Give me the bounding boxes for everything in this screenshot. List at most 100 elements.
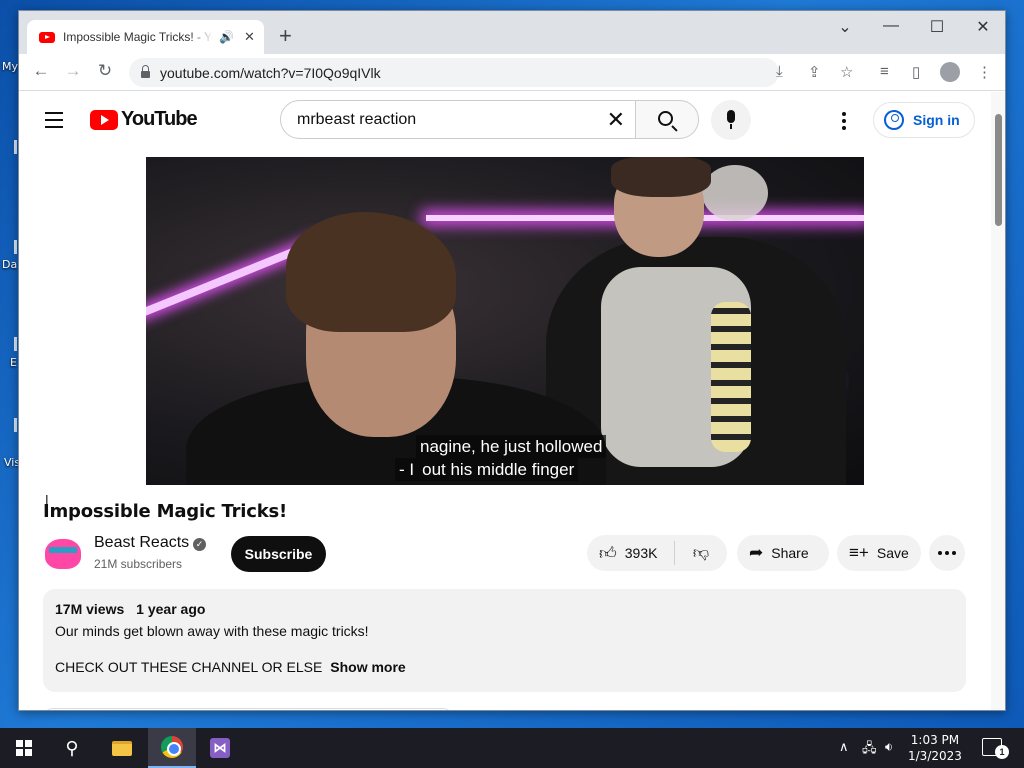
volume-icon[interactable]: 🔉︎ <box>885 739 893 755</box>
playlist-add-icon: ≡+ <box>849 543 869 562</box>
url-text[interactable]: youtube.com/watch?v=7I0Qo9qIVlk <box>160 65 381 81</box>
desktop-icon-label[interactable]: Da <box>2 258 17 271</box>
video-title: Impossible Magic Tricks! <box>43 501 287 522</box>
youtube-logo-text: YouTube <box>121 108 198 130</box>
view-count: 17M views <box>55 601 125 617</box>
media-control-icon[interactable]: ≡ <box>880 63 889 80</box>
description-text: Our minds get blown away with these magi… <box>55 623 369 639</box>
install-app-icon[interactable]: ⤓ <box>776 63 783 80</box>
caption-line-1: nagine, he just hollowed <box>416 435 607 458</box>
beast-mascot-icon <box>45 539 81 569</box>
verified-check-icon: ✓ <box>193 538 206 551</box>
show-more-link[interactable]: Show more <box>330 659 405 675</box>
system-clock[interactable]: 1:03 PM 1/3/2023 <box>908 732 962 764</box>
profile-avatar-icon[interactable] <box>940 62 960 82</box>
desktop-icon-label[interactable]: E <box>10 356 17 369</box>
chrome-taskbar-button[interactable] <box>148 728 196 768</box>
page-scrollbar[interactable] <box>991 92 1005 710</box>
search-button[interactable] <box>635 100 699 139</box>
voice-search-icon[interactable] <box>711 100 751 140</box>
caption-prefix: - I <box>395 458 419 481</box>
share-page-icon[interactable]: ⇪ <box>808 63 821 81</box>
sign-in-label: Sign in <box>913 112 960 128</box>
maximize-button[interactable]: ☐ <box>917 17 957 37</box>
hamburger-menu-icon[interactable] <box>45 112 63 133</box>
desktop-icon[interactable] <box>14 140 17 154</box>
side-panel-icon[interactable]: ▯ <box>912 63 920 81</box>
share-arrow-icon: ➦ <box>749 543 764 562</box>
back-arrow-icon[interactable]: ← <box>29 61 53 81</box>
address-bar[interactable]: youtube.com/watch?v=7I0Qo9qIVlk <box>129 58 779 87</box>
visual-studio-icon: ⋈ <box>210 738 230 758</box>
lock-icon[interactable] <box>141 65 150 78</box>
share-label: Share <box>771 545 809 561</box>
desktop-icon[interactable] <box>14 337 17 351</box>
caption-line-2: out his middle finger <box>418 458 579 481</box>
browser-menu-icon[interactable]: ⋮ <box>977 63 992 81</box>
like-count: 393K <box>624 545 658 561</box>
audio-playing-icon[interactable]: 🔊 <box>219 30 234 44</box>
file-explorer-button[interactable] <box>98 728 146 768</box>
channel-name[interactable]: Beast Reacts <box>94 534 189 552</box>
clock-date: 1/3/2023 <box>908 749 962 763</box>
notification-count: 1 <box>995 745 1009 759</box>
subscribe-button[interactable]: Subscribe <box>231 536 326 572</box>
mascot-bandana-icon <box>49 547 77 553</box>
bookmark-star-icon[interactable]: ☆ <box>840 63 853 81</box>
search-input[interactable]: mrbeast reaction ✕ <box>280 100 636 139</box>
share-button[interactable]: ➦ Share <box>737 535 829 571</box>
settings-menu-icon[interactable] <box>842 112 846 133</box>
channel-avatar[interactable] <box>43 533 83 573</box>
subscriber-count: 21M subscribers <box>94 557 183 571</box>
desktop-icon-label[interactable]: My <box>2 60 18 73</box>
comments-section-edge <box>43 708 453 710</box>
description-box[interactable]: 17M views 1 year ago Our minds get blown… <box>43 589 966 692</box>
view-stats: 17M views 1 year ago <box>55 601 954 617</box>
clock-time: 1:03 PM <box>910 733 960 747</box>
description-truncated: CHECK OUT THESE CHANNEL OR ELSE <box>55 659 323 675</box>
browser-tab[interactable]: Impossible Magic Tricks! - Yo 🔊 ✕ <box>27 20 264 54</box>
dislike-button[interactable]: 👎︎ <box>675 544 727 563</box>
visual-studio-button[interactable]: ⋈ <box>196 728 244 768</box>
save-button[interactable]: ≡+ Save <box>837 535 921 571</box>
windows-logo-icon <box>16 740 32 756</box>
browser-window: Impossible Magic Tricks! - Yo 🔊 ✕ + ⌄ — … <box>18 10 1006 711</box>
search-icon <box>658 111 673 126</box>
new-tab-button[interactable]: + <box>279 25 292 47</box>
thumbs-up-icon: 👍︎ <box>599 543 617 563</box>
scrollbar-thumb[interactable] <box>995 114 1002 226</box>
desktop-icon[interactable] <box>14 240 17 254</box>
desktop-icon[interactable] <box>14 418 17 432</box>
start-button[interactable] <box>0 728 48 768</box>
chrome-icon <box>161 736 183 758</box>
account-icon <box>884 110 904 130</box>
like-button[interactable]: 👍︎ 393K <box>587 541 675 565</box>
youtube-favicon-icon <box>39 31 55 43</box>
close-window-button[interactable]: ✕ <box>963 17 1003 37</box>
youtube-logo[interactable]: YouTube <box>90 108 198 131</box>
video-frame-detail <box>711 302 751 452</box>
tab-search-icon[interactable]: ⌄ <box>825 17 865 37</box>
forward-arrow-icon[interactable]: → <box>61 61 85 81</box>
video-frame-detail <box>286 212 456 332</box>
upload-age: 1 year ago <box>136 601 206 617</box>
tab-close-icon[interactable]: ✕ <box>244 29 255 45</box>
video-frame-detail <box>702 165 768 221</box>
video-captions: nagine, he just hollowed - Iout his midd… <box>395 435 607 481</box>
save-label: Save <box>876 545 909 561</box>
tray-chevron-icon[interactable]: ∧ <box>839 739 849 755</box>
more-actions-button[interactable] <box>929 535 965 571</box>
search-query[interactable]: mrbeast reaction <box>297 111 607 129</box>
search-taskbar-icon[interactable]: ⚲ <box>48 728 96 768</box>
reload-icon[interactable]: ↻ <box>93 61 117 81</box>
network-icon[interactable]: 🖧︎ <box>862 739 877 761</box>
thumbs-down-icon: 👎︎ <box>692 544 710 562</box>
youtube-play-icon <box>90 109 118 130</box>
video-player[interactable]: nagine, he just hollowed - Iout his midd… <box>146 157 864 485</box>
clear-search-icon[interactable]: ✕ <box>607 107 625 133</box>
minimize-button[interactable]: — <box>871 17 911 35</box>
tab-title: Impossible Magic Tricks! - Yo <box>63 30 213 44</box>
windows-taskbar: ⚲ ⋈ ∧ 🖧︎ 🔉︎ 1:03 PM 1/3/2023 1 <box>0 728 1024 768</box>
sign-in-button[interactable]: Sign in <box>873 102 975 138</box>
youtube-masthead: YouTube mrbeast reaction ✕ Sign in <box>19 92 993 148</box>
